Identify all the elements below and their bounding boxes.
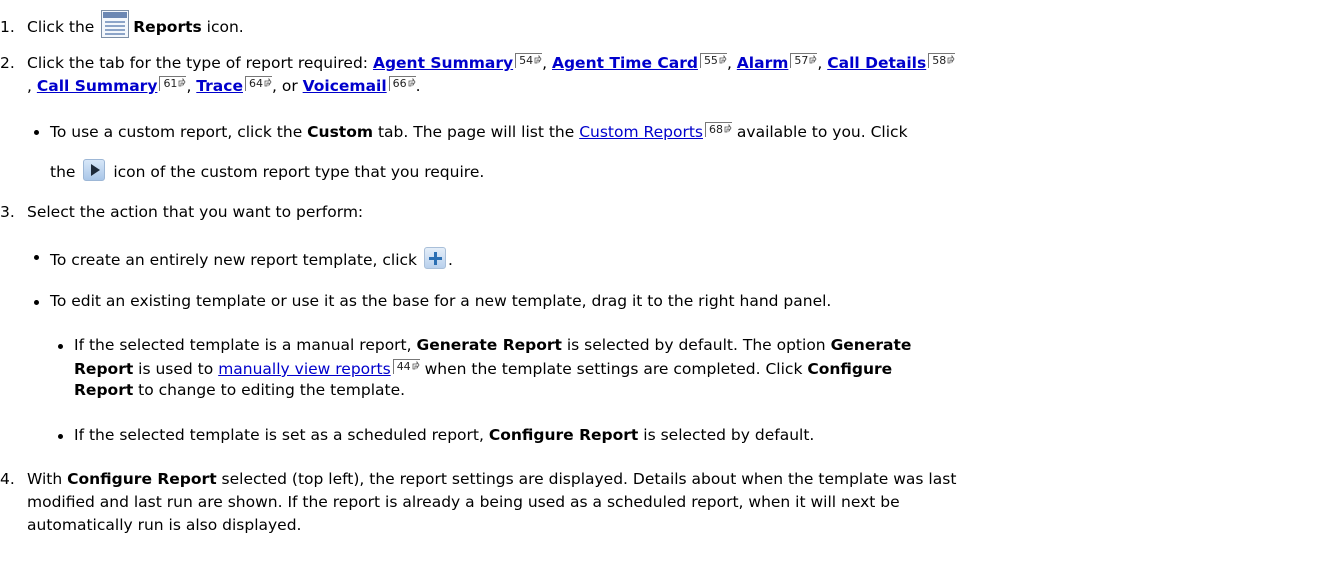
add-icon [423,247,446,269]
text: With [27,470,68,488]
sub-bullet-manual-line2: Report is used to manually view reports 4… [74,359,892,378]
text: when the template settings are completed… [419,360,808,378]
page-ref[interactable]: 68 [704,122,732,137]
configure-label: Configure [807,360,893,378]
step-4: 4. With Configure Report selected (top le… [0,470,956,488]
text: is selected by default. [638,426,815,444]
separator: , [27,77,37,95]
separator: , [186,77,197,95]
text: If the selected template is a manual rep… [74,336,417,354]
report-label: Report [74,360,134,378]
step-number: 1. [0,18,15,36]
step-1-suffix: icon. [206,18,244,36]
step-1: 1. Click the Reports icon. [0,10,244,38]
configure-report-label: Configure Report [488,426,639,444]
reports-icon [101,10,130,38]
link-agent-summary[interactable]: Agent Summary [373,54,513,72]
separator: , [542,54,552,72]
step-number: 4. [0,470,15,488]
link-agent-time-card[interactable]: Agent Time Card [552,54,698,72]
separator: , [726,54,737,72]
text: To edit an existing template or use it a… [50,292,832,310]
link-voicemail[interactable]: Voicemail [303,77,387,95]
text: automatically run is also displayed. [27,516,302,534]
link-alarm[interactable]: Alarm [737,54,789,72]
page-ref[interactable]: 54 [515,53,543,68]
text: the [50,163,76,181]
bullet-custom-continued: the icon of the custom report type that … [50,159,484,181]
bullet-custom: To use a custom report, click the Custom… [34,122,908,141]
sub-bullet-manual: If the selected template is a manual rep… [57,336,912,354]
bullet-new-template: To create an entirely new report templat… [34,247,453,269]
step-1-text: Click the [27,18,95,36]
link-manually-view-reports[interactable]: manually view reports [218,360,391,378]
generate-report-label: Generate Report [416,336,562,354]
page-arrow-icon [947,55,955,64]
link-call-summary[interactable]: Call Summary [37,77,158,95]
bullet-edit-template: To edit an existing template or use it a… [33,292,832,310]
generate-label: Generate [830,336,912,354]
page-ref[interactable]: 64 [244,76,272,91]
step-2: 2. Click the tab for the type of report r… [0,53,956,72]
page-ref[interactable]: 55 [699,53,727,68]
step-3: 3. Select the action that you want to per… [0,203,363,221]
text: available to you. Click [731,123,908,141]
text: To create an entirely new report templat… [50,251,418,269]
text: modified and last run are shown. If the … [27,493,900,511]
period: . [415,77,421,95]
step-4-line3: automatically run is also displayed. [27,516,301,534]
reports-label: Reports [133,18,202,36]
text: . [447,251,453,269]
report-label: Report [74,381,134,399]
link-trace[interactable]: Trace [196,77,243,95]
play-icon [83,159,106,181]
step-number: 2. [0,54,15,72]
separator: , [817,54,828,72]
sub-bullet-scheduled: If the selected template is set as a sch… [57,426,815,444]
text: If the selected template is set as a sch… [74,426,489,444]
page-arrow-icon [412,361,420,370]
page-arrow-icon [724,124,732,133]
link-custom-reports[interactable]: Custom Reports [579,123,703,141]
page-ref[interactable]: 44 [392,359,420,374]
page-ref[interactable]: 58 [928,53,956,68]
step-2-text: Click the tab for the type of report req… [27,54,373,72]
page-ref[interactable]: 66 [388,76,416,91]
text: is used to [133,360,219,378]
page-arrow-icon [264,78,272,87]
configure-report-label: Configure Report [67,470,217,488]
step-4-line2: modified and last run are shown. If the … [27,493,900,511]
sub-bullet-manual-line3: Report to change to editing the template… [74,381,405,399]
custom-tab-label: Custom [307,123,374,141]
page-arrow-icon [534,55,542,64]
link-call-details[interactable]: Call Details [827,54,926,72]
page-arrow-icon [809,55,817,64]
text: icon of the custom report type that you … [113,163,485,181]
text: to change to editing the template. [133,381,406,399]
page-arrow-icon [719,55,727,64]
separator-or: , or [271,77,303,95]
text: To use a custom report, click the [50,123,308,141]
step-2-continued: , Call Summary 61, Trace 64, or Voicemail 6… [27,76,421,95]
text: tab. The page will list the [373,123,580,141]
page-arrow-icon [408,78,416,87]
page-ref[interactable]: 61 [159,76,187,91]
page-arrow-icon [179,78,186,87]
text: selected (top left), the report settings… [216,470,957,488]
text: is selected by default. The option [561,336,831,354]
step-3-text: Select the action that you want to perfo… [27,203,364,221]
step-number: 3. [0,203,15,221]
page-ref[interactable]: 57 [790,53,818,68]
